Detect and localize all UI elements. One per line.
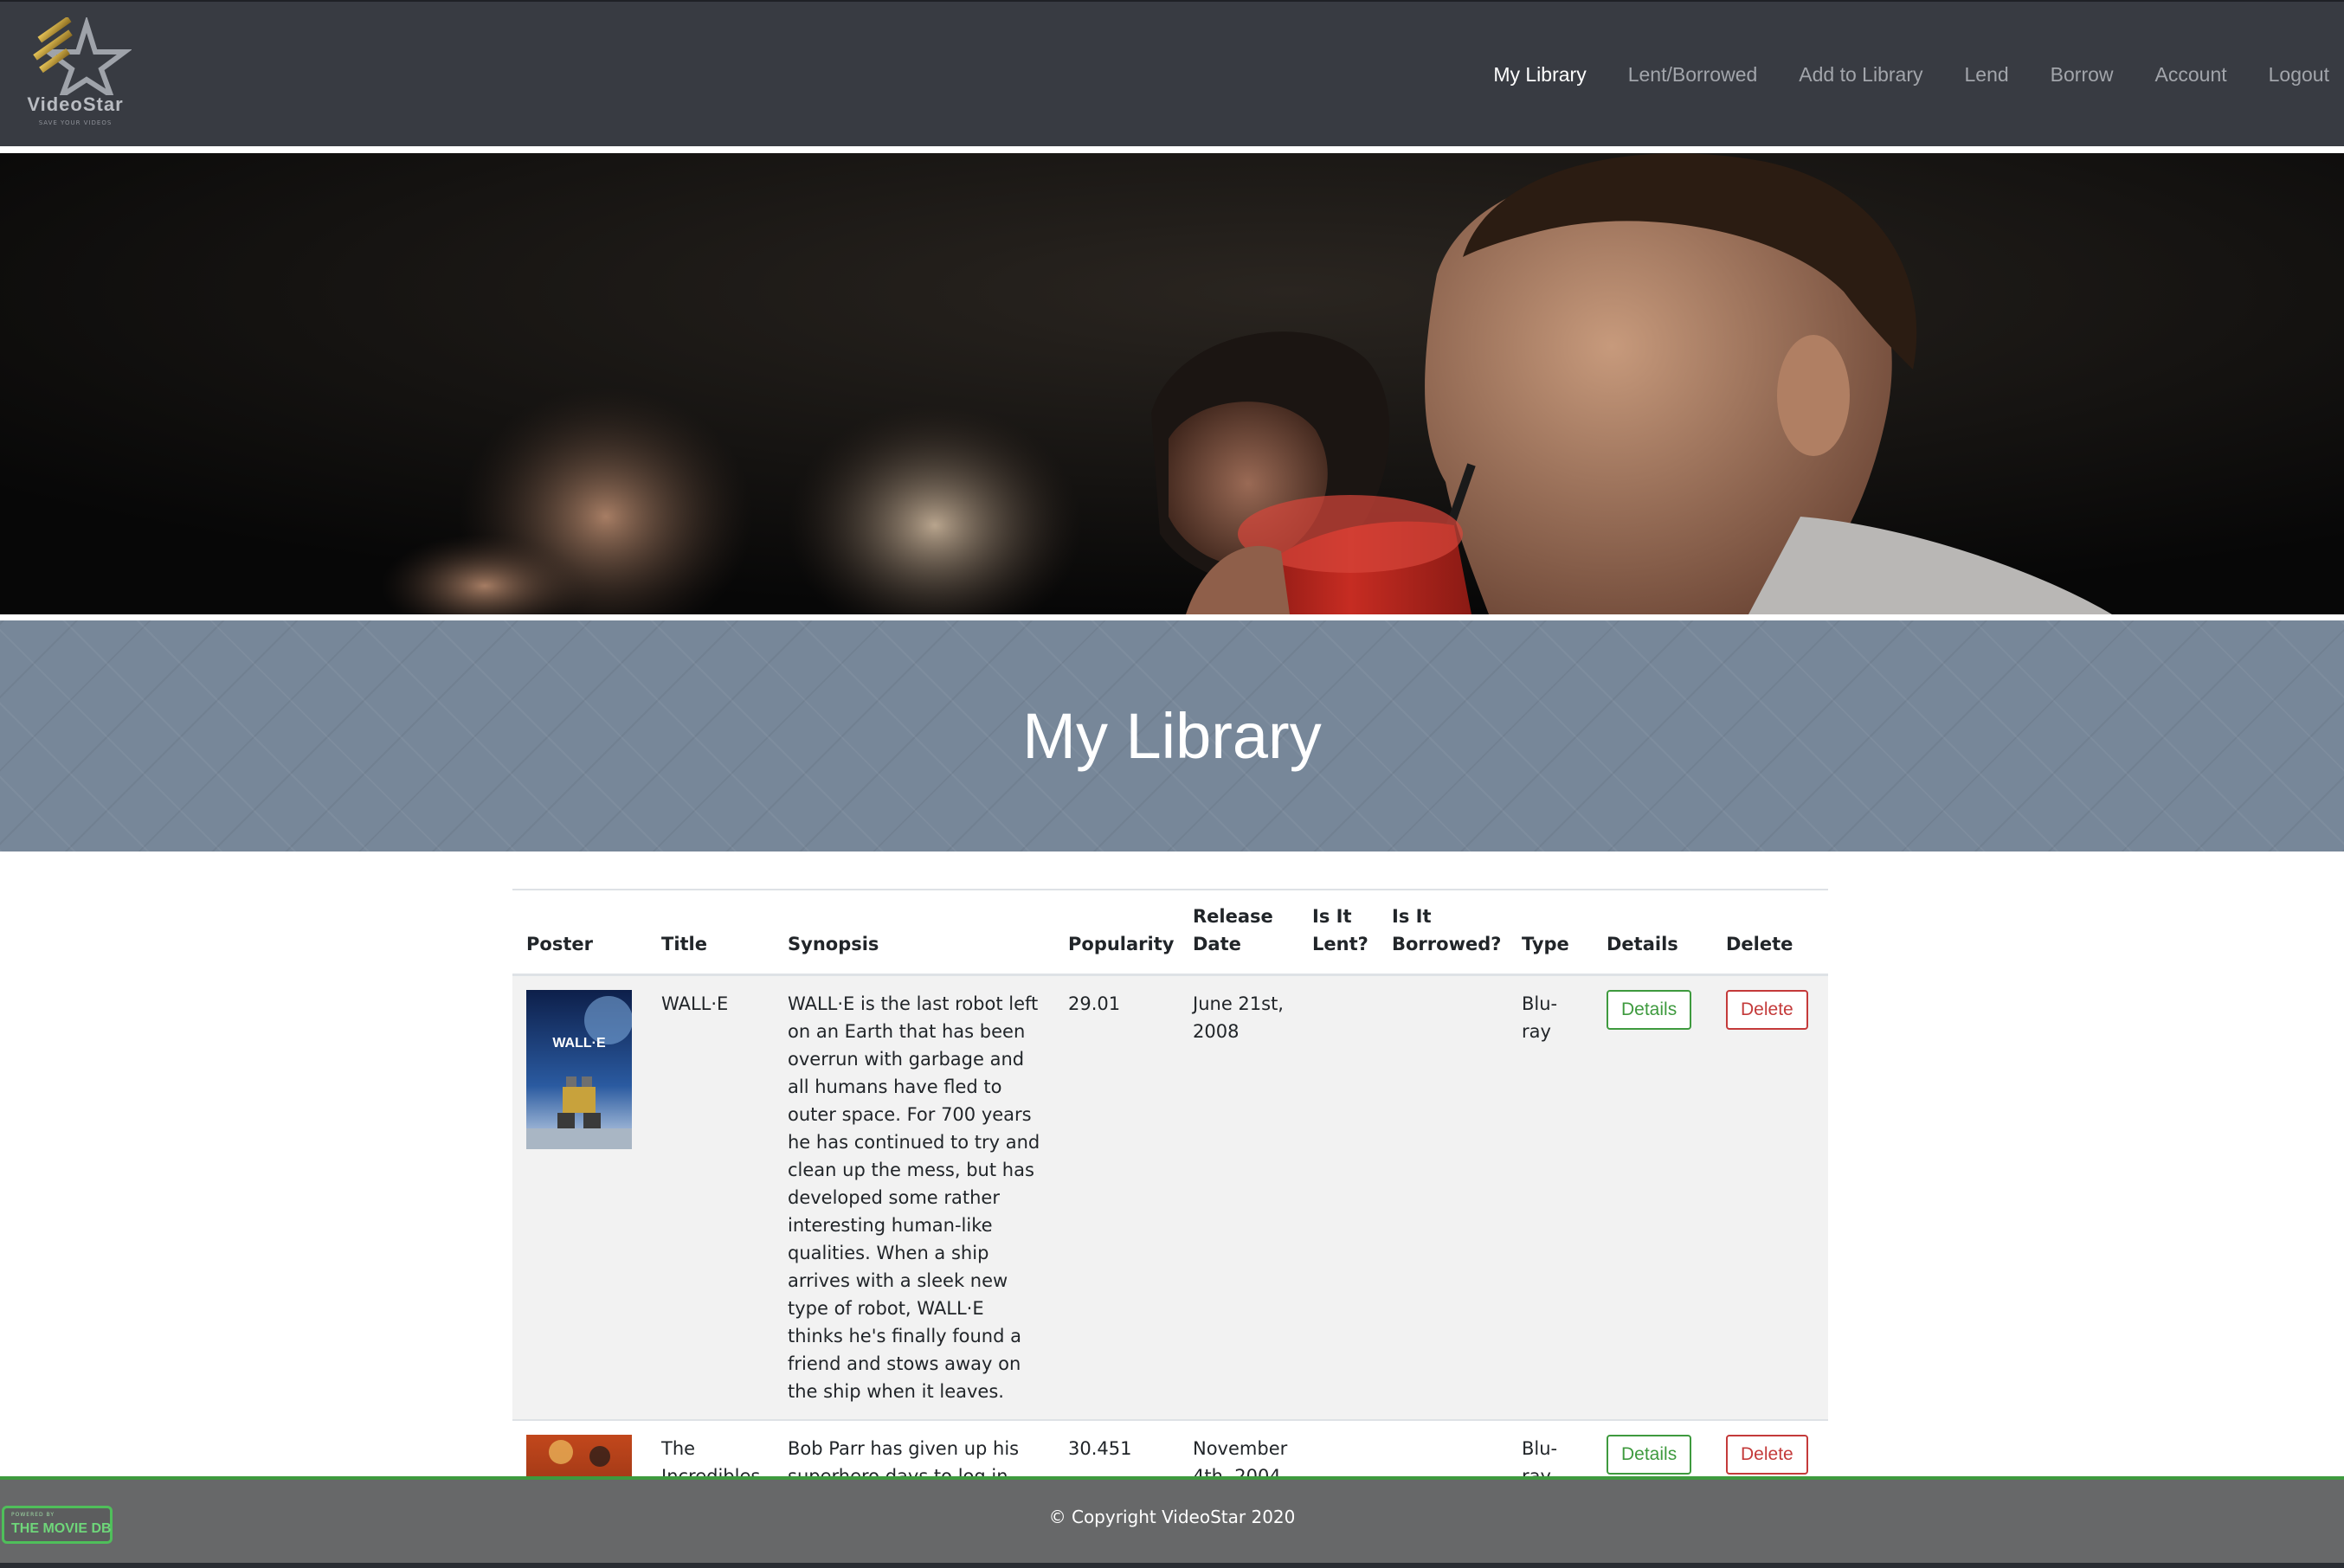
column-header-type: Type <box>1508 890 1593 976</box>
nav-lend[interactable]: Lend <box>1965 63 2009 87</box>
title-cell: WALL·E <box>647 974 774 1421</box>
column-header-title: Title <box>647 890 774 976</box>
main-nav: My Library Lent/Borrowed Add to Library … <box>1452 2 2344 148</box>
nav-add-to-library[interactable]: Add to Library <box>1799 63 1922 87</box>
type-cell: Blu-ray <box>1508 974 1593 1421</box>
page-title: My Library <box>1022 700 1322 772</box>
library-table-container: Poster Title Synopsis Popularity Release… <box>512 889 1828 1568</box>
column-header-poster: Poster <box>512 890 647 976</box>
synopsis-cell: WALL·E is the last robot left on an Eart… <box>774 974 1054 1421</box>
nav-logout[interactable]: Logout <box>2269 63 2329 87</box>
delete-button[interactable]: Delete <box>1726 1435 1808 1475</box>
title-banner: My Library <box>0 620 2344 851</box>
details-cell: Details <box>1593 974 1712 1421</box>
copyright-text: © Copyright VideoStar 2020 <box>1048 1507 1296 1527</box>
is-lent-cell <box>1298 974 1378 1421</box>
column-header-popularity: Popularity <box>1054 890 1179 976</box>
nav-borrow[interactable]: Borrow <box>2051 63 2114 87</box>
tmdb-name: THE MOVIE DB <box>11 1521 112 1536</box>
navbar: VideoStar SAVE YOUR VIDEOS My Library Le… <box>0 0 2344 146</box>
movie-poster[interactable]: WALL·E <box>526 990 632 1149</box>
hero-divider-bottom <box>0 614 2344 620</box>
delete-cell: Delete <box>1712 974 1828 1421</box>
brand-tagline: SAVE YOUR VIDEOS <box>38 119 113 126</box>
column-header-delete: Delete <box>1712 890 1828 976</box>
star-logo-icon <box>33 15 133 102</box>
release-date-cell: June 21st, 2008 <box>1179 974 1298 1421</box>
popularity-cell: 29.01 <box>1054 974 1179 1421</box>
footer: © Copyright VideoStar 2020 POWERED BY TH… <box>0 1476 2344 1568</box>
column-header-is-lent: Is It Lent? <box>1298 890 1378 976</box>
table-row: WALL·E WALL·E WALL·E is the last robot l… <box>512 974 1828 1421</box>
details-button[interactable]: Details <box>1607 1435 1692 1475</box>
hero-divider-top <box>0 146 2344 153</box>
tmdb-powered-by: POWERED BY <box>11 1512 55 1518</box>
page: VideoStar SAVE YOUR VIDEOS My Library Le… <box>0 0 2344 1568</box>
poster-cell: WALL·E <box>512 974 647 1421</box>
tmdb-logo[interactable]: POWERED BY THE MOVIE DB <box>2 1506 113 1544</box>
is-borrowed-cell <box>1378 974 1508 1421</box>
details-button[interactable]: Details <box>1607 990 1692 1030</box>
delete-button[interactable]: Delete <box>1726 990 1808 1030</box>
column-header-details: Details <box>1593 890 1712 976</box>
library-table: Poster Title Synopsis Popularity Release… <box>512 890 1828 1568</box>
brand-name: VideoStar <box>27 93 124 115</box>
column-header-release-date: Release Date <box>1179 890 1298 976</box>
nav-account[interactable]: Account <box>2155 63 2227 87</box>
nav-my-library[interactable]: My Library <box>1493 63 1586 87</box>
hero-image <box>0 153 2344 614</box>
nav-lent-borrowed[interactable]: Lent/Borrowed <box>1628 63 1758 87</box>
poster-title-text: WALL·E <box>552 1036 606 1051</box>
table-header-row: Poster Title Synopsis Popularity Release… <box>512 890 1828 976</box>
cinema-audience-image <box>0 153 2344 614</box>
column-header-is-borrowed: Is It Borrowed? <box>1378 890 1508 976</box>
column-header-synopsis: Synopsis <box>774 890 1054 976</box>
window-bottom-edge <box>0 1563 2344 1568</box>
brand-logo[interactable]: VideoStar SAVE YOUR VIDEOS <box>19 15 133 132</box>
